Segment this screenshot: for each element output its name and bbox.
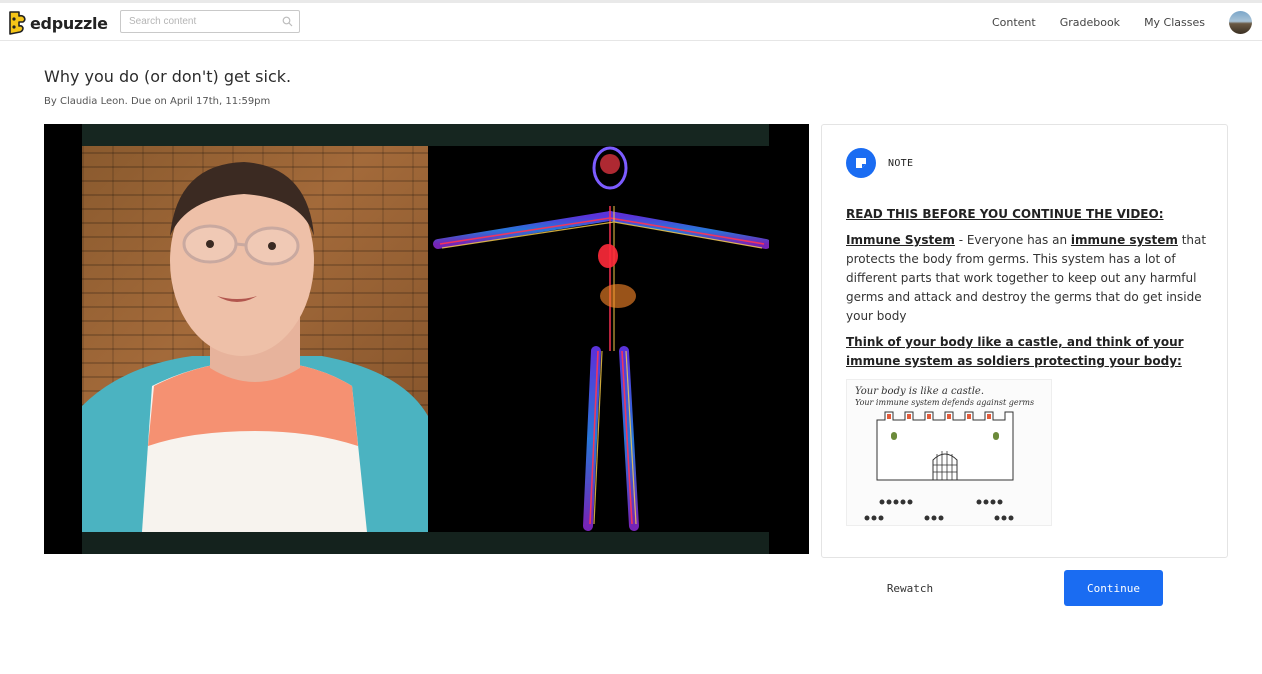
search-box (120, 10, 300, 33)
search-icon[interactable] (282, 16, 293, 27)
note-term: Immune System (846, 233, 955, 247)
video-letterbox-bottom (82, 532, 769, 554)
user-avatar[interactable] (1229, 10, 1252, 34)
video-player[interactable] (44, 124, 809, 554)
note-term-2: immune system (1070, 233, 1178, 247)
castle-caption-2: Your immune system defends against germs (855, 398, 1034, 407)
video-letterbox-top (82, 124, 769, 146)
note-badge (846, 148, 876, 178)
search-input[interactable] (121, 11, 271, 32)
circulatory-system-illustration (433, 146, 771, 531)
video-frame (82, 124, 771, 554)
top-navigation-bar: edpuzzle Content Gradebook My Classes (0, 0, 1262, 41)
castle-caption-1: Your body is like a castle. (855, 386, 984, 397)
note-heading: READ THIS BEFORE YOU CONTINUE THE VIDEO: (846, 207, 1164, 221)
note-label: NOTE (888, 158, 914, 169)
video-presenter (82, 146, 428, 532)
assignment-subtitle: By Claudia Leon. Due on April 17th, 11:5… (44, 96, 271, 107)
main-nav: Content Gradebook My Classes (992, 3, 1262, 41)
castle-drawing: Your body is like a castle. Your immune … (846, 379, 1052, 526)
brand-name: edpuzzle (30, 13, 108, 33)
note-icon (856, 158, 866, 168)
note-paragraph: Immune System - Everyone has an immune s… (846, 231, 1211, 326)
nav-content[interactable]: Content (992, 16, 1036, 29)
note-panel: NOTE READ THIS BEFORE YOU CONTINUE THE V… (821, 124, 1228, 558)
edpuzzle-logo[interactable]: edpuzzle (7, 10, 108, 36)
note-body: READ THIS BEFORE YOU CONTINUE THE VIDEO:… (846, 205, 1211, 378)
castle-illustration: Your body is like a castle. Your immune … (855, 386, 1034, 521)
presenter-illustration (82, 162, 428, 532)
note-subheading: Think of your body like a castle, and th… (846, 335, 1184, 368)
nav-gradebook[interactable]: Gradebook (1060, 16, 1120, 29)
continue-button[interactable]: Continue (1064, 570, 1163, 606)
edpuzzle-logo-icon (9, 11, 26, 35)
assignment-title: Why you do (or don't) get sick. (44, 67, 292, 86)
nav-my-classes[interactable]: My Classes (1144, 16, 1205, 29)
note-dash: - Everyone has an (954, 233, 1071, 247)
video-body-diagram (428, 146, 771, 532)
rewatch-button[interactable]: Rewatch (870, 574, 950, 602)
